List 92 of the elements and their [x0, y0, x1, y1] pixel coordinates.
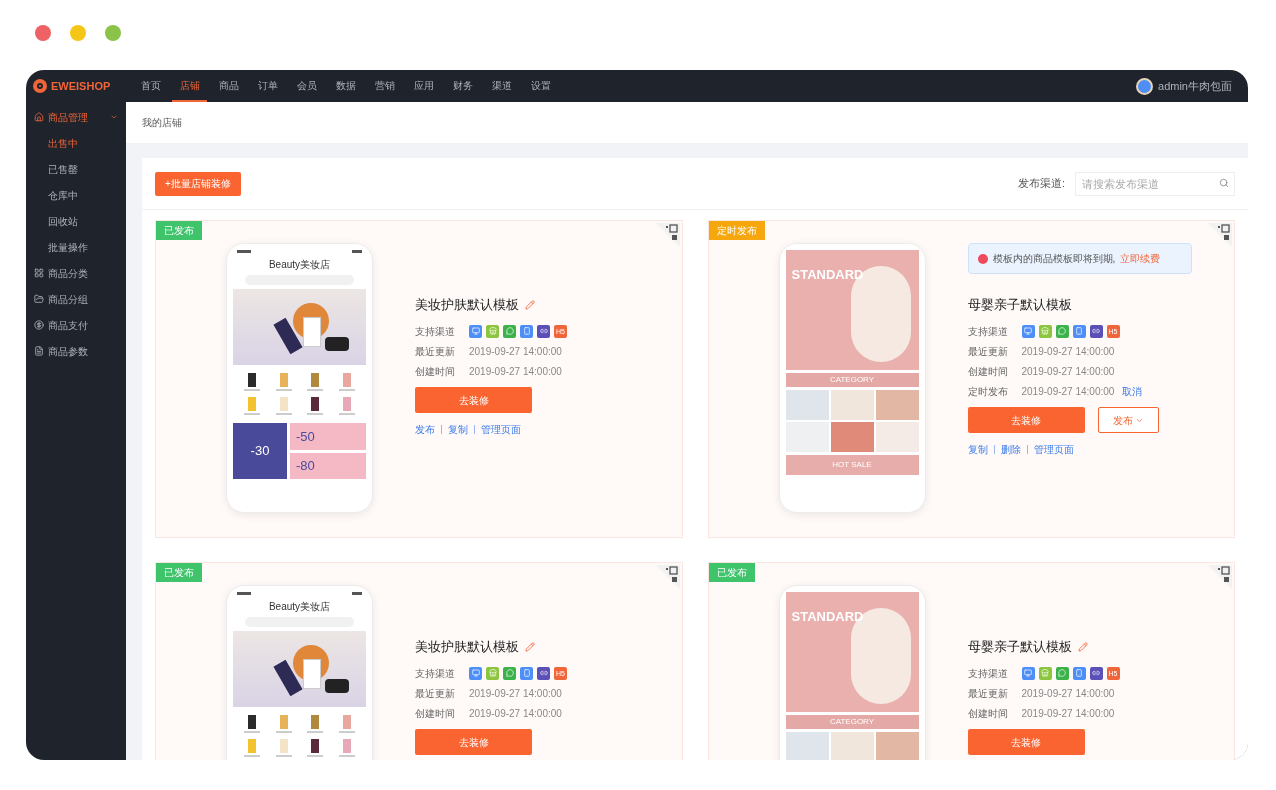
- field-label: 创建时间: [415, 364, 456, 379]
- hot-sale-bar: HOT SALE: [785, 455, 919, 475]
- menu-icon: [34, 112, 44, 122]
- field-value: 2019-09-27 14:00:00: [469, 364, 562, 379]
- user-name[interactable]: admin牛肉包面: [1158, 77, 1232, 95]
- field-value: 2019-09-27 14:00:00: [469, 686, 562, 701]
- status-tag: 定时发布: [708, 221, 765, 240]
- sidebar-subitem[interactable]: 批量操作: [26, 234, 126, 260]
- field-label: 最近更新: [967, 344, 1009, 359]
- category-bar: CATEGORY: [785, 373, 919, 387]
- sidebar-item[interactable]: 商品参数: [26, 338, 126, 364]
- action-link[interactable]: 复制: [967, 442, 988, 457]
- field-value: 2019-09-27 14:00:00: [1021, 706, 1115, 721]
- shop-name: Beauty美妆店: [268, 601, 331, 613]
- status-tag: 已发布: [156, 221, 202, 240]
- field-value: 2019-09-27 14:00:00: [1021, 344, 1115, 359]
- field-label: 支持渠道: [967, 666, 1009, 681]
- status-tag: 已发布: [156, 563, 202, 582]
- field-label: 定时发布: [967, 384, 1009, 399]
- coupon-card: -30: [233, 423, 287, 479]
- qr-code-icon: [1208, 223, 1232, 247]
- nav-tab[interactable]: 渠道: [484, 70, 519, 102]
- edit-icon[interactable]: [525, 642, 535, 652]
- nav-tab[interactable]: 营销: [367, 70, 402, 102]
- field-label: 最近更新: [415, 686, 456, 701]
- nav-tab[interactable]: 首页: [133, 70, 168, 102]
- banner-text: STANDARD: [791, 267, 864, 282]
- action-link[interactable]: 复制: [448, 422, 468, 437]
- template-title: 母婴亲子默认模板: [967, 638, 1072, 657]
- search-icon[interactable]: [1219, 178, 1229, 188]
- sidebar-subitem[interactable]: 出售中: [26, 130, 126, 156]
- template-title: 美妆护肤默认模板: [415, 296, 519, 315]
- category-bar: CATEGORY: [785, 715, 919, 729]
- avatar[interactable]: [1136, 77, 1154, 95]
- field-label: 最近更新: [967, 686, 1009, 701]
- sidebar-subitem[interactable]: 已售罄: [26, 156, 126, 182]
- nav-tab[interactable]: 财务: [445, 70, 480, 102]
- field-value: 2019-09-27 14:00:00: [469, 706, 562, 721]
- action-link[interactable]: 发布: [415, 422, 435, 437]
- brand-name: EWEISHOP: [51, 78, 111, 94]
- alert-text: 模板内的商品模板即将到期,: [992, 252, 1116, 266]
- sidebar-item[interactable]: 商品分组: [26, 286, 126, 312]
- error-icon: [977, 253, 988, 264]
- filter-label: 发布渠道:: [1017, 176, 1065, 192]
- sidebar-item[interactable]: 商品支付: [26, 312, 126, 338]
- status-bar-icon: [237, 250, 362, 255]
- nav-tab[interactable]: 会员: [289, 70, 324, 102]
- sidebar-item[interactable]: 商品分类: [26, 260, 126, 286]
- nav-tab[interactable]: 应用: [406, 70, 441, 102]
- nav-tab[interactable]: 数据: [328, 70, 363, 102]
- template-title: 母婴亲子默认模板: [967, 296, 1072, 315]
- field-label: 创建时间: [967, 364, 1009, 379]
- menu-icon: [34, 346, 44, 356]
- coupon-card: -50: [290, 423, 366, 450]
- status-bar-icon: [237, 592, 362, 597]
- menu-icon: [34, 268, 44, 278]
- action-link[interactable]: 删除: [1000, 442, 1021, 457]
- edit-icon[interactable]: [525, 300, 535, 310]
- action-link[interactable]: 管理页面: [1033, 442, 1074, 457]
- nav-tab[interactable]: 订单: [250, 70, 285, 102]
- field-value: 2019-09-27 14:00:00: [469, 344, 562, 359]
- action-link[interactable]: 管理页面: [481, 422, 521, 437]
- field-label: 支持渠道: [415, 666, 456, 681]
- sidebar-subitem[interactable]: 仓库中: [26, 182, 126, 208]
- template-title: 美妆护肤默认模板: [415, 638, 519, 657]
- coupon-card: -80: [290, 452, 366, 479]
- qr-code-icon: [655, 223, 680, 247]
- breadcrumb: 我的店铺: [142, 116, 182, 130]
- banner-text: STANDARD: [791, 609, 864, 624]
- field-label: 创建时间: [415, 706, 456, 721]
- menu-icon: [34, 294, 44, 304]
- caret-icon: [110, 113, 118, 121]
- qr-code-icon: [655, 565, 680, 589]
- field-label: 支持渠道: [967, 324, 1009, 339]
- field-value: 2019-09-27 14:00:00: [1021, 384, 1115, 399]
- nav-tab[interactable]: 设置: [523, 70, 558, 102]
- field-label: 创建时间: [967, 706, 1009, 721]
- field-label: 最近更新: [415, 344, 456, 359]
- edit-icon[interactable]: [1077, 642, 1088, 652]
- qr-code-icon: [1208, 565, 1232, 589]
- status-tag: 已发布: [708, 563, 755, 582]
- menu-icon: [34, 320, 44, 330]
- field-value: 2019-09-27 14:00:00: [1021, 364, 1115, 379]
- field-value: 2019-09-27 14:00:00: [1021, 686, 1115, 701]
- logo-icon: [33, 79, 47, 93]
- search-field[interactable]: 请搜索发布渠道: [1075, 172, 1235, 196]
- nav-tab[interactable]: 商品: [211, 70, 246, 102]
- cancel-link[interactable]: 取消: [1122, 383, 1143, 399]
- shop-name: Beauty美妆店: [268, 259, 331, 271]
- sidebar-subitem[interactable]: 回收站: [26, 208, 126, 234]
- sidebar-item[interactable]: 商品管理: [26, 104, 126, 130]
- field-label: 支持渠道: [415, 324, 456, 339]
